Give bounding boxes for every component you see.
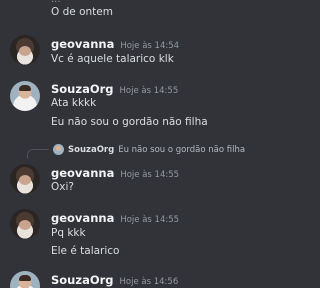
avatar[interactable] (10, 81, 40, 111)
timestamp: Hoje às 14:54 (120, 41, 180, 51)
message-text: O de ontem (51, 6, 113, 18)
message-text: Pq kkk (51, 227, 86, 239)
message-text: Ele é talarico (51, 245, 120, 257)
message-text: Oxi? (51, 181, 74, 193)
reply-avatar (53, 144, 64, 155)
avatar[interactable] (10, 271, 40, 288)
avatar[interactable] (10, 35, 40, 65)
timestamp: Hoje às 14:55 (120, 170, 180, 180)
avatar[interactable] (10, 209, 40, 239)
username[interactable]: geovanna (51, 211, 114, 225)
timestamp: Hoje às 14:55 (120, 215, 180, 225)
message-header: SouzaOrg Hoje às 14:55 (51, 82, 178, 96)
message-header: geovanna Hoje às 14:54 (51, 37, 179, 51)
reply-reference[interactable]: SouzaOrg Eu não sou o gordão não filha (53, 144, 245, 155)
message-text: Eu não sou o gordão não filha (51, 116, 208, 128)
username[interactable]: SouzaOrg (51, 82, 114, 96)
username[interactable]: SouzaOrg (51, 273, 114, 287)
message-header: SouzaOrg Hoje às 14:56 (51, 273, 178, 287)
timestamp: Hoje às 14:55 (119, 86, 179, 96)
message-text: Ata kkkk (51, 97, 97, 109)
username[interactable]: geovanna (51, 37, 114, 51)
username[interactable]: geovanna (51, 166, 114, 180)
reply-username: SouzaOrg (68, 144, 115, 155)
truncated-username: ... (51, 0, 61, 5)
chat-message-list: ... O de ontem geovanna Hoje às 14:54 Vc… (0, 0, 288, 288)
avatar[interactable] (10, 164, 40, 194)
message-header: geovanna Hoje às 14:55 (51, 211, 179, 225)
reply-text: Eu não sou o gordão não filha (118, 144, 246, 155)
message-header: geovanna Hoje às 14:55 (51, 166, 179, 180)
timestamp: Hoje às 14:56 (119, 277, 179, 287)
message-text: Vc é aquele talarico klk (51, 53, 174, 65)
reply-connector (27, 149, 49, 159)
